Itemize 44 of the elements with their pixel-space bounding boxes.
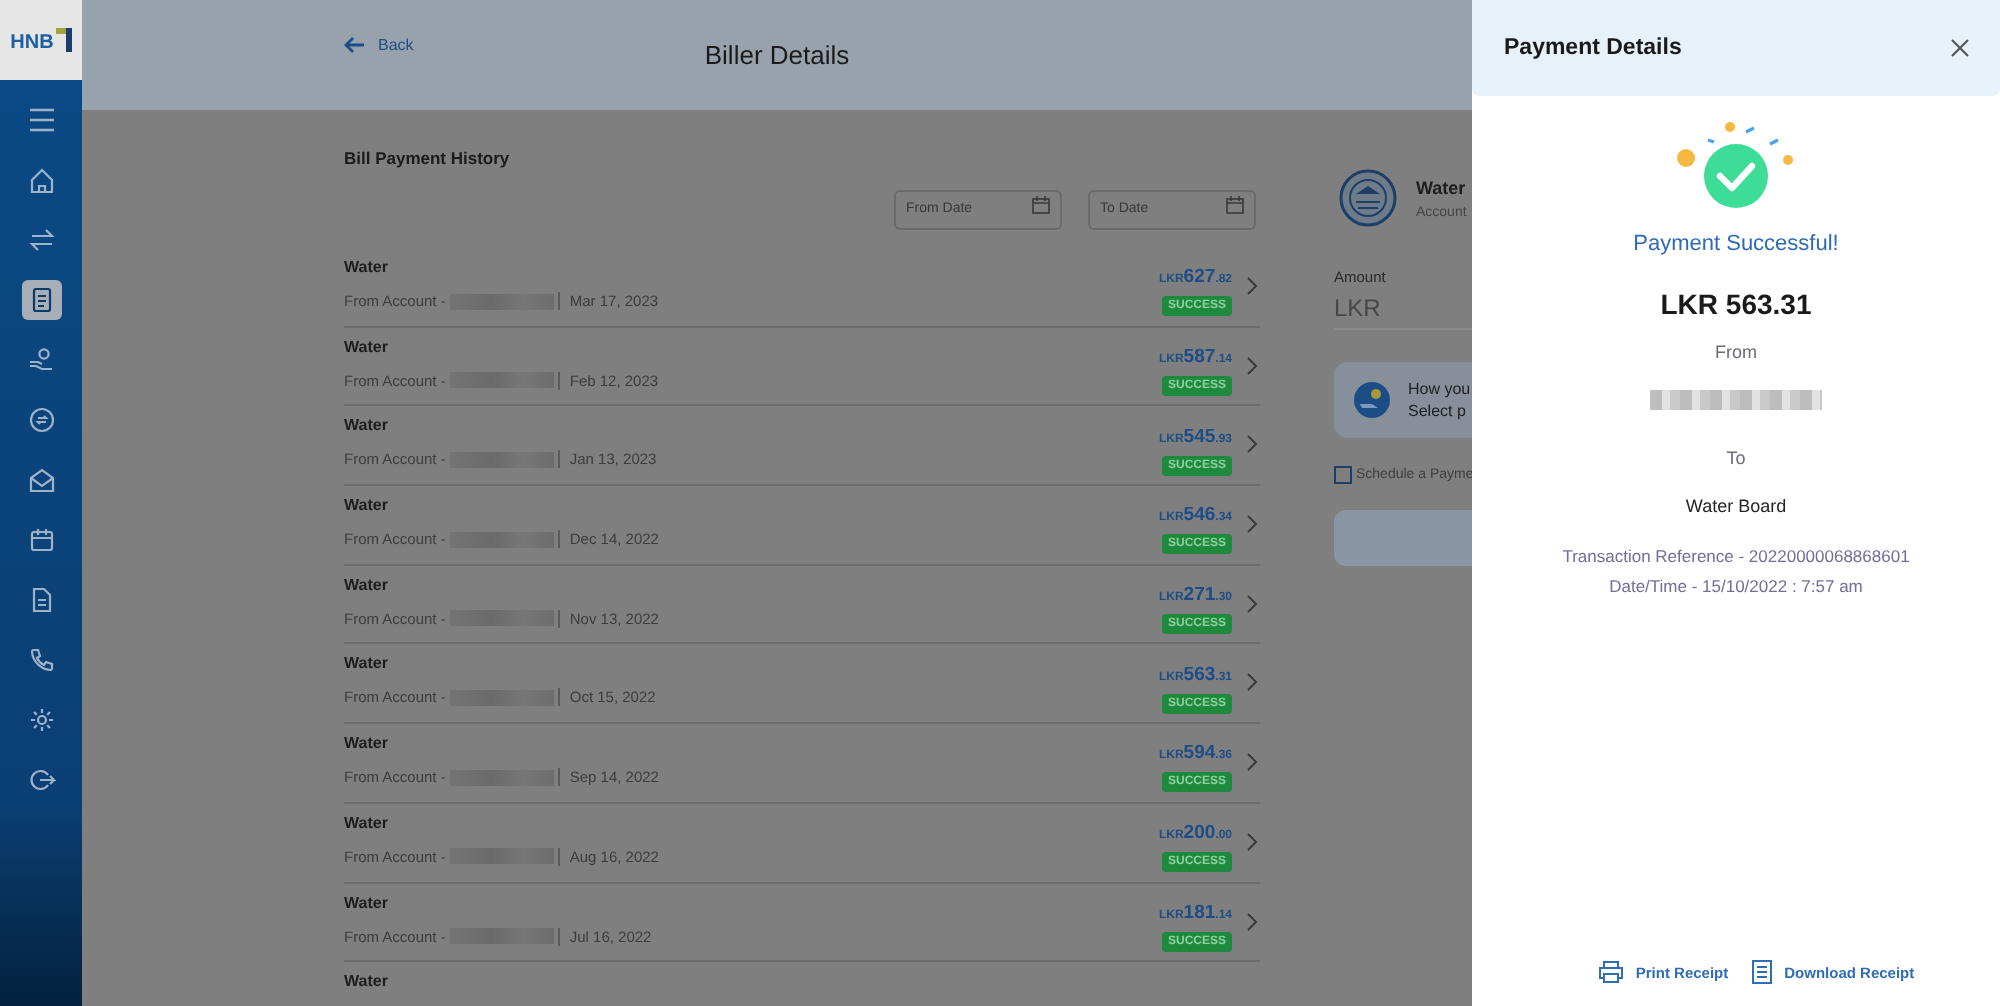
biller-title: Water — [1416, 177, 1467, 197]
section-title: Bill Payment History — [344, 148, 512, 168]
info-subtitle: Select p — [1408, 402, 1468, 420]
close-icon[interactable] — [1950, 38, 1970, 58]
biller-name: Water — [344, 813, 390, 832]
biller-name: Water — [344, 337, 390, 356]
payee-name: Water Board — [1685, 496, 1787, 516]
page-title: Biller Details — [704, 40, 850, 70]
calendar-icon — [1226, 196, 1244, 214]
info-title: How you — [1408, 380, 1471, 398]
payment-amount: LKR 563.31 — [1660, 288, 1812, 320]
biller-name: Water — [344, 575, 390, 594]
success-check-drawing — [1674, 120, 1798, 212]
biller-emblem-icon — [1338, 168, 1398, 228]
drawer-title: Payment Details — [1504, 36, 1682, 60]
chevron-right-icon[interactable] — [1246, 831, 1258, 852]
back-arrow-icon — [344, 36, 366, 54]
biller-name: Water — [344, 893, 390, 911]
to-label: To — [1726, 448, 1746, 468]
chevron-right-icon[interactable] — [1246, 514, 1258, 535]
chevron-right-icon[interactable] — [1246, 434, 1258, 455]
transaction-reference: Transaction Reference - 20220000068868601 — [1562, 546, 1910, 566]
chevron-right-icon[interactable] — [1246, 593, 1258, 614]
transaction-datetime: Date/Time - 15/10/2022 : 7:57 am — [1609, 576, 1863, 596]
biller-name: Water — [344, 972, 390, 991]
chevron-right-icon[interactable] — [1246, 672, 1258, 693]
biller-name: Water — [344, 734, 390, 753]
back-link[interactable]: Back — [344, 36, 414, 54]
document-icon — [1752, 960, 1773, 984]
printer-icon — [1597, 960, 1624, 984]
chevron-right-icon[interactable] — [1246, 276, 1258, 296]
success-message: Payment Successful! — [1633, 232, 1839, 256]
biller-name: Water — [344, 416, 390, 435]
biller-name: Water — [344, 258, 390, 276]
biller-name: Water — [344, 654, 390, 673]
logo: HNB — [0, 0, 82, 80]
bill-icon[interactable] — [21, 280, 61, 320]
biller-name: Water — [344, 496, 390, 515]
calendar-icon — [1032, 196, 1050, 214]
from-label: From — [1715, 342, 1757, 362]
chevron-right-icon[interactable] — [1246, 752, 1258, 773]
chevron-right-icon[interactable] — [1246, 911, 1258, 931]
chevron-right-icon[interactable] — [1246, 355, 1258, 376]
checkbox[interactable] — [1334, 466, 1352, 484]
